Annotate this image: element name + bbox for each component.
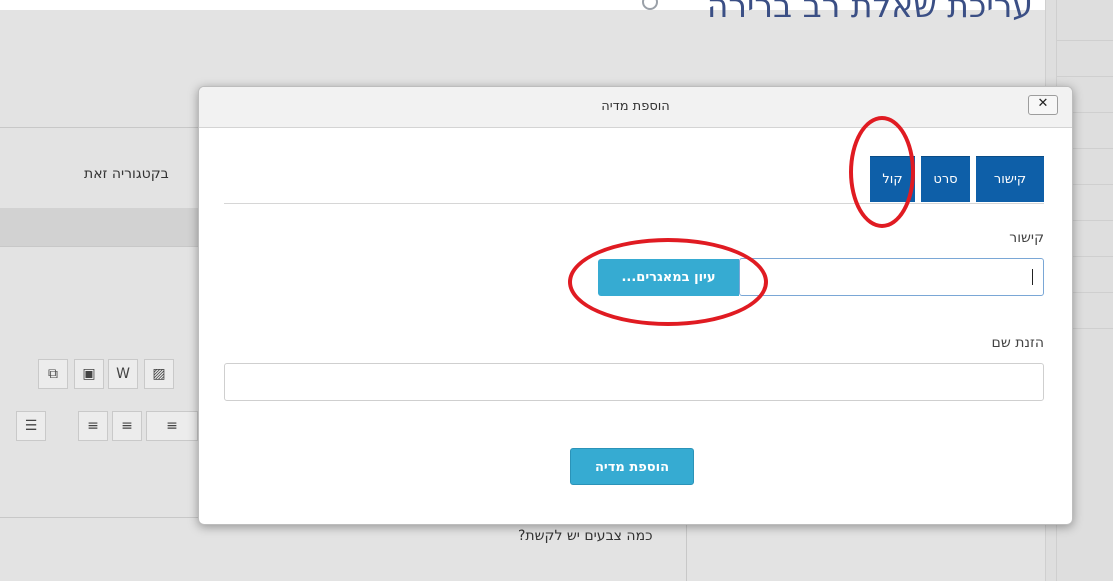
annotation-oval-browse-button	[568, 238, 768, 326]
right-column-row	[1056, 76, 1113, 77]
word-paste-icon[interactable]: W	[108, 359, 138, 389]
column-divider	[686, 522, 687, 581]
outdent-icon[interactable]: ☰	[16, 411, 46, 441]
page-title: עריכת שאלת רב ברירה	[706, 0, 1033, 25]
annotation-oval-audio-tab	[849, 116, 915, 228]
name-label: הזנת שם	[991, 335, 1044, 351]
text-cursor	[1032, 269, 1033, 285]
name-input[interactable]	[224, 363, 1044, 401]
link-label: קישור	[1009, 230, 1044, 246]
category-text: בקטגוריה זאת	[84, 166, 169, 182]
tab-movie[interactable]: סרט	[921, 156, 970, 202]
dialog-title: הוספת מדיה	[601, 99, 670, 114]
header-band	[0, 208, 200, 246]
tabs-divider	[224, 203, 1044, 204]
dialog-header: הוספת מדיה ✕	[199, 87, 1072, 128]
divider	[0, 246, 200, 247]
video-file-icon[interactable]: ▣	[74, 359, 104, 389]
add-media-button[interactable]: הוספת מדיה	[570, 448, 694, 485]
right-column-row	[1056, 40, 1113, 41]
question-text: כמה צבעים יש לקשת?	[518, 528, 653, 544]
align-left-icon[interactable]: ≡	[146, 411, 198, 441]
divider	[0, 127, 200, 128]
align-right-icon[interactable]: ≡	[78, 411, 108, 441]
link-input[interactable]	[739, 258, 1044, 296]
copy-icon[interactable]: ⧉	[38, 359, 68, 389]
close-button[interactable]: ✕	[1028, 95, 1058, 115]
align-center-icon[interactable]: ≡	[112, 411, 142, 441]
tab-link[interactable]: קישור	[976, 156, 1044, 202]
image-icon[interactable]: ▨	[144, 359, 174, 389]
